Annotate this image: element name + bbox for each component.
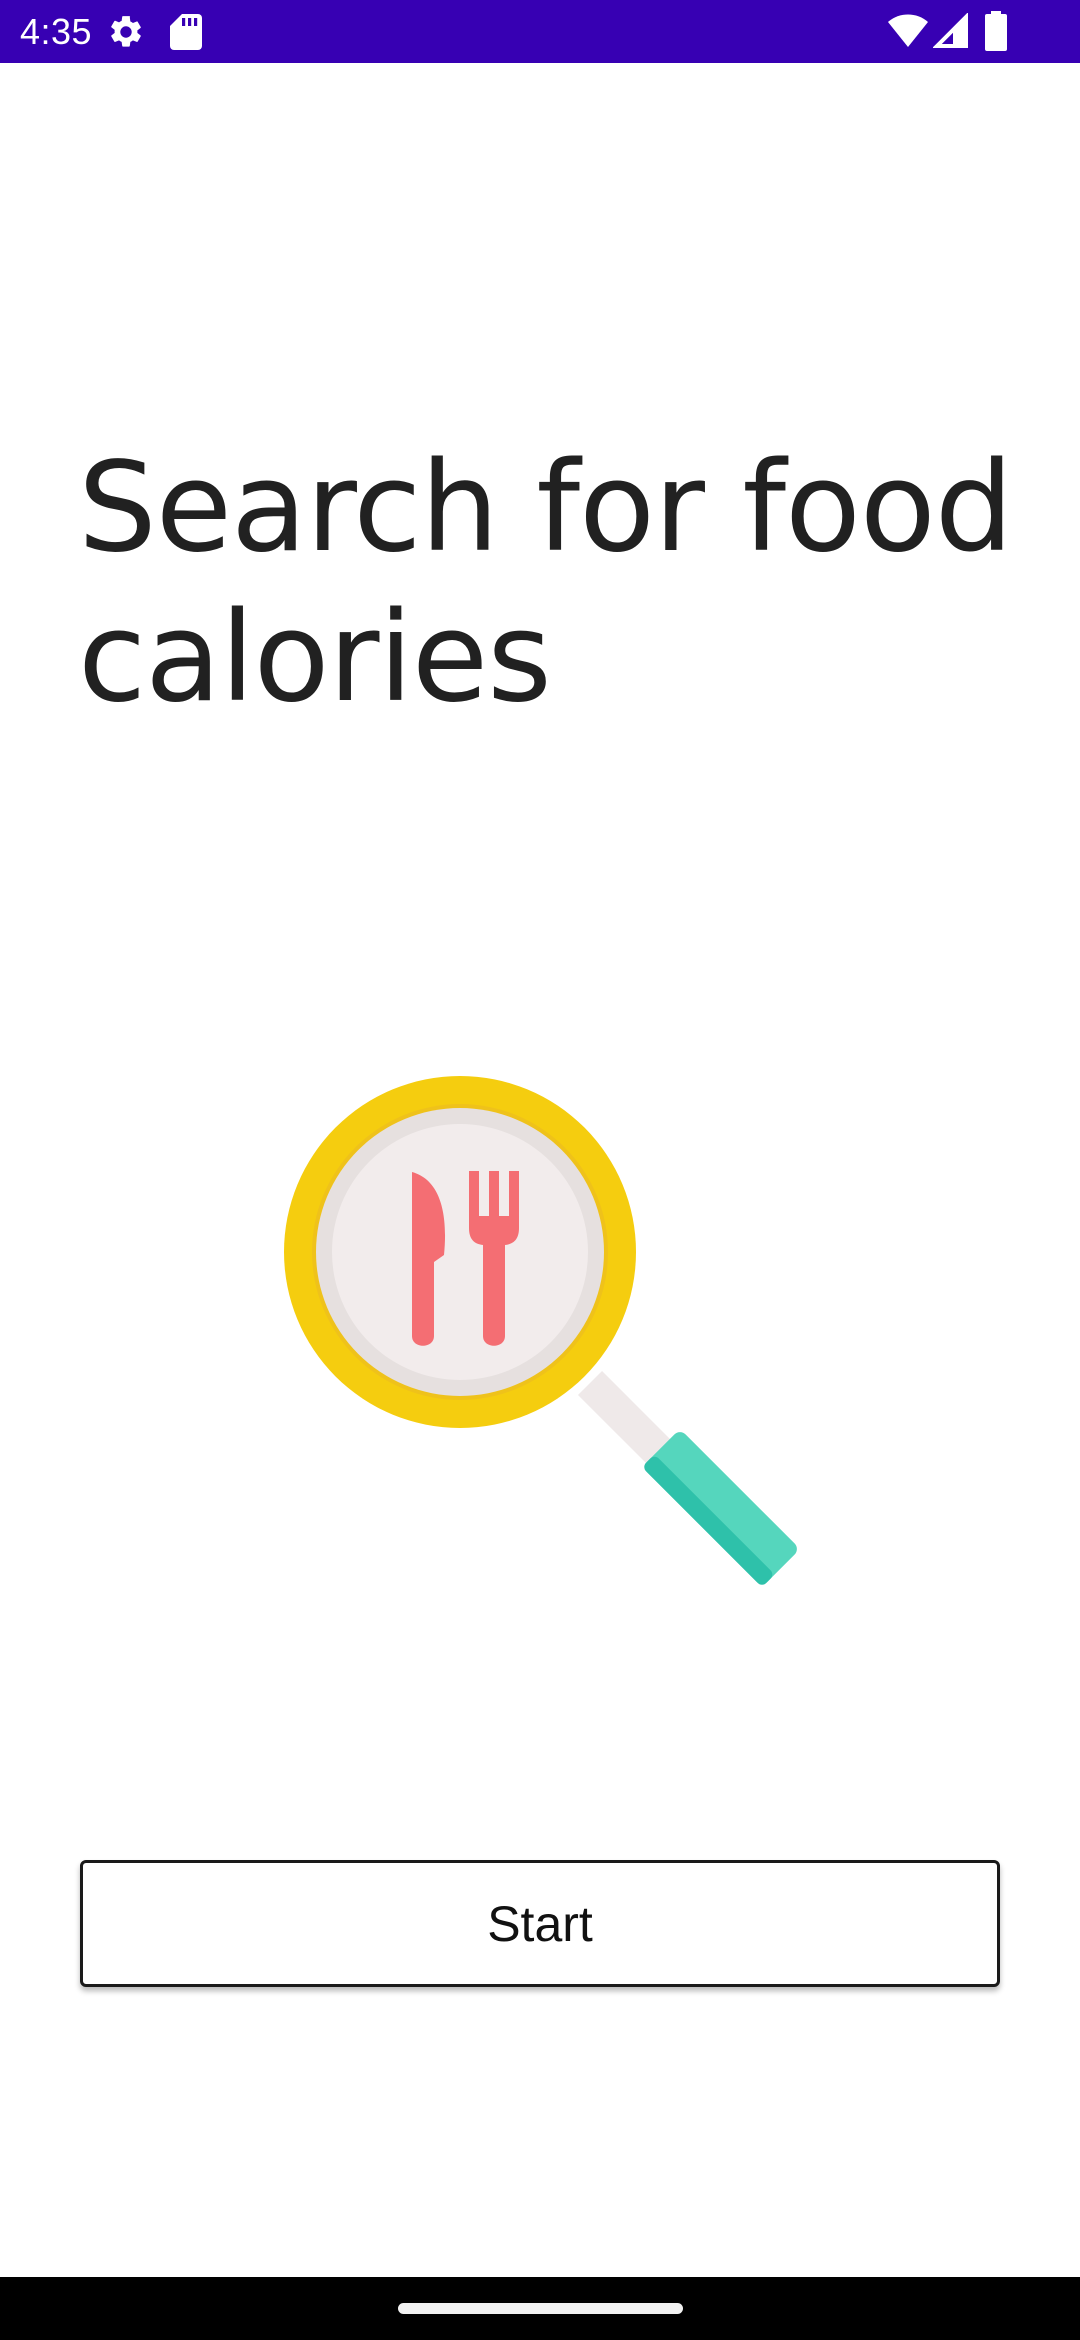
magnifier-with-knife-and-fork-icon: [284, 1076, 797, 1585]
start-button[interactable]: Start: [80, 1860, 1000, 1987]
settings-gear-icon: [111, 16, 141, 47]
home-gesture-handle[interactable]: [398, 2303, 683, 2314]
start-button-label: Start: [487, 1895, 593, 1952]
cellular-signal-icon: [933, 13, 968, 48]
main-content: Search for food calories Start: [0, 63, 1080, 2277]
sd-card-icon: [170, 14, 202, 50]
wifi-icon: [888, 14, 928, 47]
battery-icon: [985, 11, 1007, 51]
navigation-bar: [0, 2277, 1080, 2340]
page-title: Search for food calories: [78, 436, 1013, 730]
status-bar: 4:35: [0, 0, 1080, 63]
status-time: 4:35: [20, 11, 93, 52]
